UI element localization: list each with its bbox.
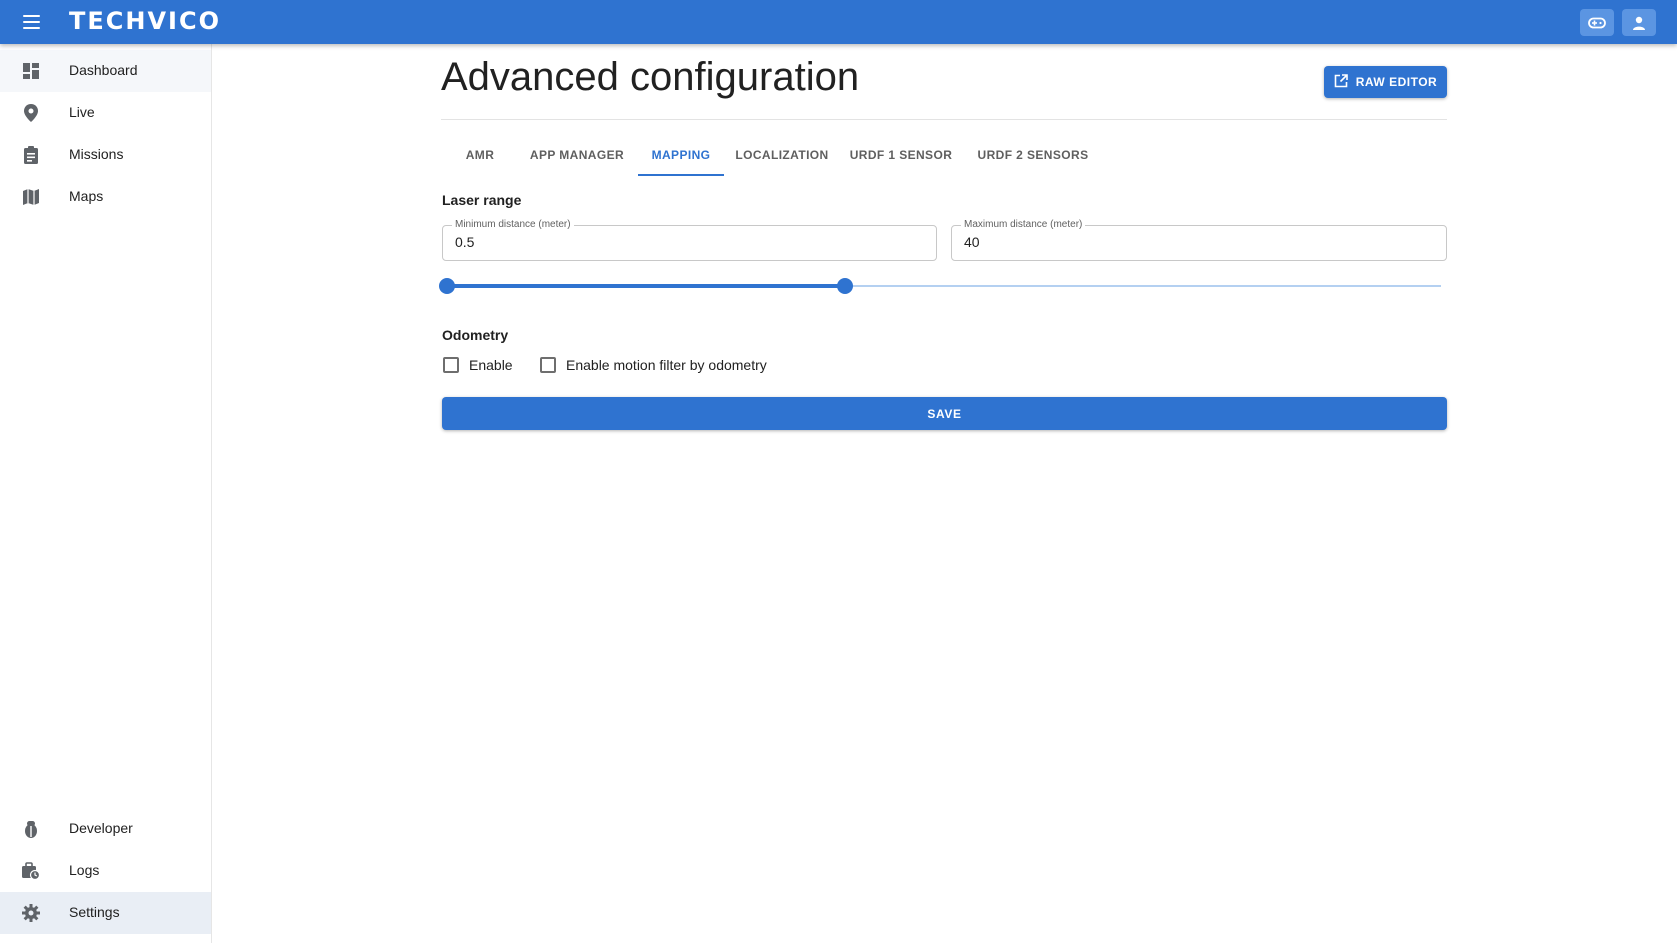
sidebar-item-maps[interactable]: Maps [0,176,211,218]
slider-thumb-min[interactable] [439,278,455,294]
max-distance-input[interactable] [964,234,1434,250]
tab-urdf-2-sensors[interactable]: URDF 2 SENSORS [966,134,1100,176]
tab-urdf-1-sensor[interactable]: URDF 1 SENSOR [839,134,963,176]
logs-icon [21,861,41,881]
min-distance-input[interactable] [455,234,924,250]
page-title: Advanced configuration [441,55,860,99]
motion-filter-checkbox[interactable]: Enable motion filter by odometry [540,355,767,375]
app-bar: TECHVICO [0,0,1677,44]
tab-amr[interactable]: AMR [441,134,519,176]
gear-icon [21,903,41,923]
map-icon [21,187,41,207]
motion-filter-label: Enable motion filter by odometry [566,357,767,373]
checkbox-box[interactable] [443,357,459,373]
checkbox-box[interactable] [540,357,556,373]
raw-editor-button[interactable]: RAW EDITOR [1324,66,1447,98]
sidebar: Dashboard Live Missions Maps Developer L… [0,44,212,943]
active-tab-indicator [638,174,724,176]
min-distance-field: Minimum distance (meter) [442,219,937,261]
sidebar-item-label: Dashboard [69,62,138,78]
open-in-new-icon [1334,73,1348,91]
sidebar-item-logs[interactable]: Logs [0,850,211,892]
account-icon[interactable] [1622,9,1656,36]
title-divider [441,119,1447,120]
laser-range-slider[interactable] [439,278,1441,294]
sidebar-item-label: Settings [69,904,120,920]
enable-odometry-label: Enable [469,357,513,373]
tab-app-manager[interactable]: APP MANAGER [519,134,635,176]
slider-thumb-max[interactable] [836,278,853,294]
min-distance-label: Minimum distance (meter) [452,219,574,230]
sidebar-item-label: Live [69,104,95,120]
sidebar-item-missions[interactable]: Missions [0,134,211,176]
clipboard-icon [21,145,41,165]
tab-mapping[interactable]: MAPPING [638,134,724,176]
sidebar-item-settings[interactable]: Settings [0,892,211,934]
bug-icon [21,819,41,839]
sidebar-item-label: Logs [69,862,100,878]
sidebar-item-developer[interactable]: Developer [0,808,211,850]
dashboard-icon [21,61,41,81]
brand-logo: TECHVICO [69,7,221,35]
sidebar-item-dashboard[interactable]: Dashboard [0,50,211,92]
sidebar-item-label: Maps [69,188,104,204]
laser-range-heading: Laser range [442,192,522,208]
tab-localization[interactable]: LOCALIZATION [727,134,837,176]
enable-odometry-checkbox[interactable]: Enable [443,355,513,375]
raw-editor-label: RAW EDITOR [1355,75,1438,89]
sidebar-item-label: Missions [69,146,124,162]
gamepad-icon[interactable] [1580,9,1614,36]
save-button[interactable]: SAVE [442,397,1447,430]
max-distance-label: Maximum distance (meter) [961,219,1086,230]
menu-icon[interactable] [18,10,44,34]
location-pin-icon [21,103,41,123]
slider-track [447,284,845,288]
odometry-heading: Odometry [442,327,509,343]
sidebar-item-label: Developer [69,820,133,836]
max-distance-field: Maximum distance (meter) [951,219,1447,261]
sidebar-item-live[interactable]: Live [0,92,211,134]
